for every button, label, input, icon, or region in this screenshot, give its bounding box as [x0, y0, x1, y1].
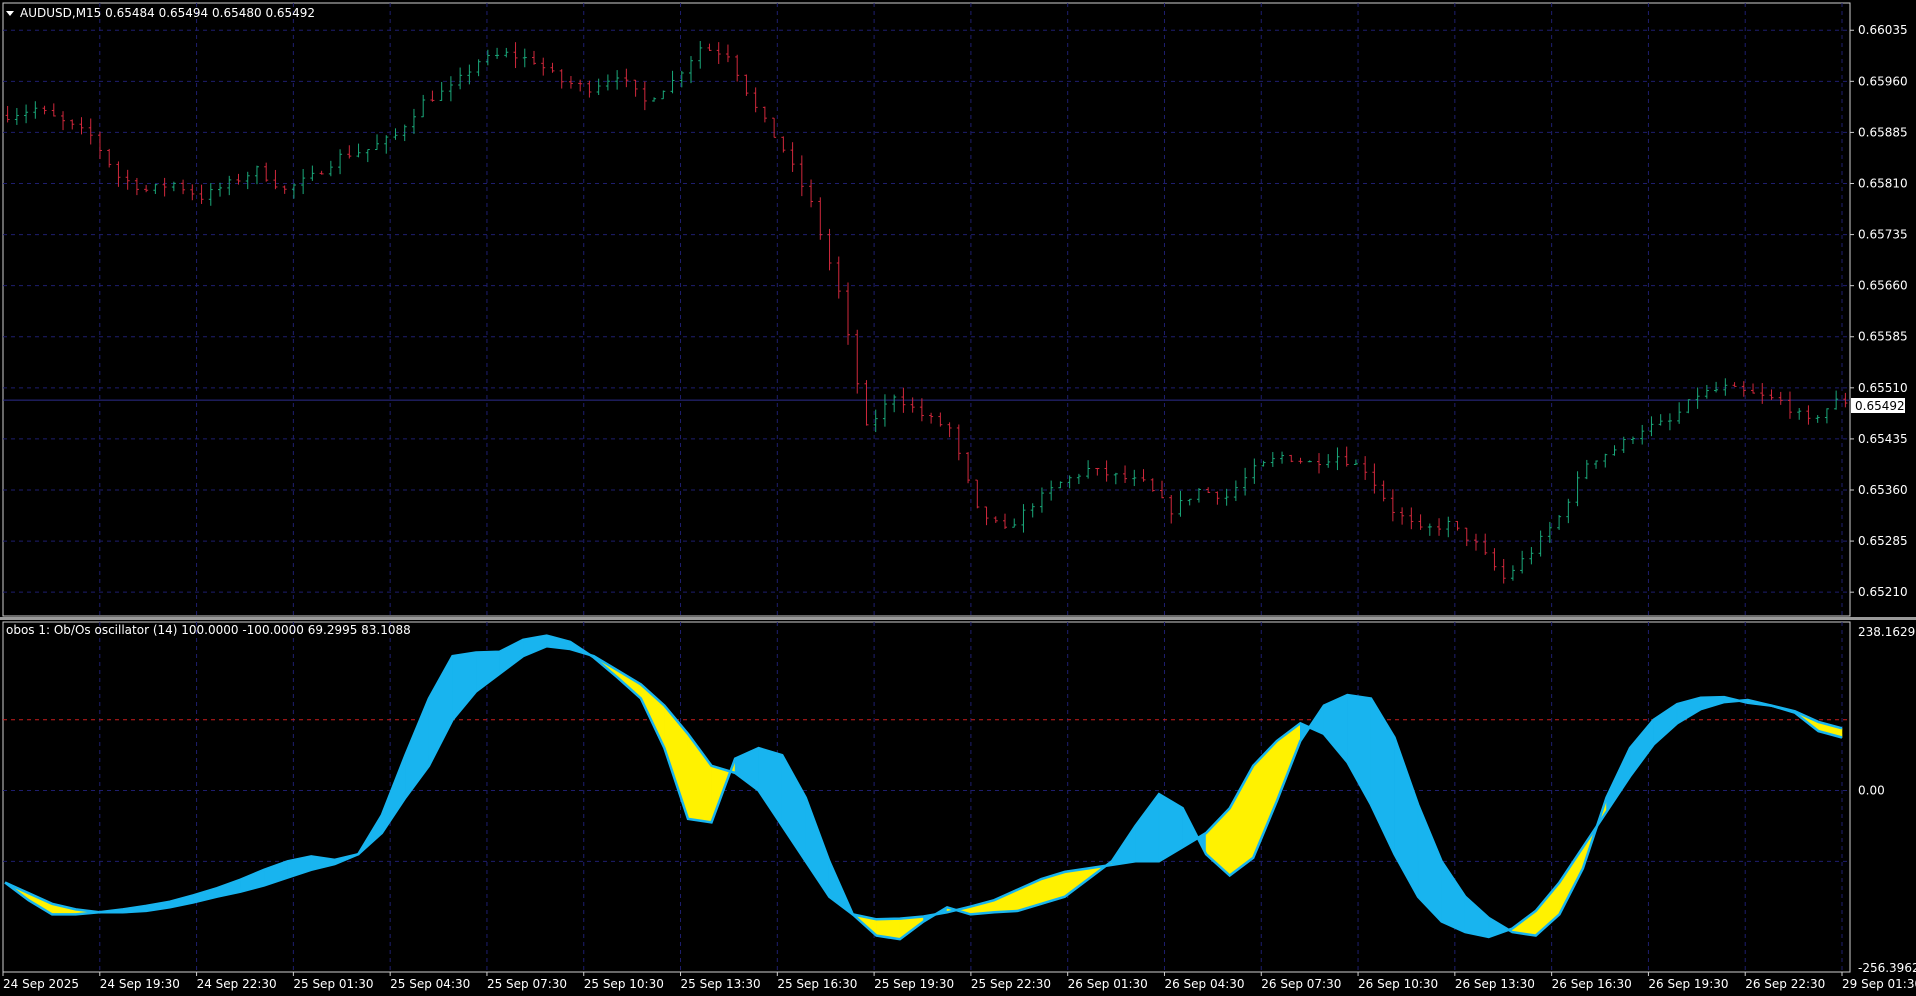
time-tick-label: 25 Sep 01:30 [293, 977, 373, 991]
time-tick-label: 24 Sep 2025 [3, 977, 79, 991]
price-tick-label: 0.65660 [1858, 279, 1908, 293]
chart-svg: 0.66035 0.65960 0.65885 0.65810 0.65735 0.656… [0, 0, 1916, 996]
time-tick-label: 24 Sep 19:30 [100, 977, 180, 991]
time-tick-label: 26 Sep 07:30 [1261, 977, 1341, 991]
time-tick-label: 25 Sep 16:30 [777, 977, 857, 991]
time-tick-label: 26 Sep 01:30 [1068, 977, 1148, 991]
chart-background [0, 0, 1916, 996]
price-tick-label: 0.65810 [1858, 176, 1908, 190]
time-tick-label: 25 Sep 10:30 [584, 977, 664, 991]
current-price-label: 0.65492 [1855, 399, 1905, 413]
time-tick-label: 25 Sep 19:30 [874, 977, 954, 991]
price-tick-label: 0.65735 [1858, 228, 1908, 242]
time-tick-label: 26 Sep 13:30 [1455, 977, 1535, 991]
main-panel-title: AUDUSD,M15 0.65484 0.65494 0.65480 0.654… [20, 6, 315, 20]
price-tick-label: 0.65360 [1858, 483, 1908, 497]
price-tick-label: 0.65960 [1858, 74, 1908, 88]
time-tick-label: 25 Sep 22:30 [971, 977, 1051, 991]
oscillator-tick-label: -256.3962 [1858, 961, 1916, 975]
oscillator-panel-title: obos 1: Ob/Os oscillator (14) 100.0000 -… [6, 623, 411, 637]
time-tick-label: 24 Sep 22:30 [197, 977, 277, 991]
time-tick-label: 26 Sep 19:30 [1648, 977, 1728, 991]
oscillator-tick-label: 238.1629 [1858, 625, 1915, 639]
price-tick-label: 0.65285 [1858, 534, 1908, 548]
time-tick-label: 25 Sep 07:30 [487, 977, 567, 991]
current-price-tag: 0.65492 [1851, 398, 1905, 413]
oscillator-tick-label: 0.00 [1858, 784, 1885, 798]
price-tick-label: 0.65210 [1858, 585, 1908, 599]
time-tick-label: 25 Sep 04:30 [390, 977, 470, 991]
price-tick-label: 0.65510 [1858, 381, 1908, 395]
time-tick-label: 26 Sep 04:30 [1164, 977, 1244, 991]
panel-separator[interactable] [0, 617, 1916, 620]
main-title-group[interactable]: AUDUSD,M15 0.65484 0.65494 0.65480 0.654… [6, 6, 315, 20]
price-tick-label: 0.65585 [1858, 330, 1908, 344]
price-tick-label: 0.65885 [1858, 125, 1908, 139]
price-tick-label: 0.65435 [1858, 432, 1908, 446]
time-tick-label: 25 Sep 13:30 [681, 977, 761, 991]
time-tick-label: 29 Sep 01:30 [1842, 977, 1916, 991]
time-tick-label: 26 Sep 10:30 [1358, 977, 1438, 991]
price-tick-label: 0.66035 [1858, 23, 1908, 37]
time-tick-label: 26 Sep 22:30 [1745, 977, 1825, 991]
time-tick-label: 26 Sep 16:30 [1552, 977, 1632, 991]
